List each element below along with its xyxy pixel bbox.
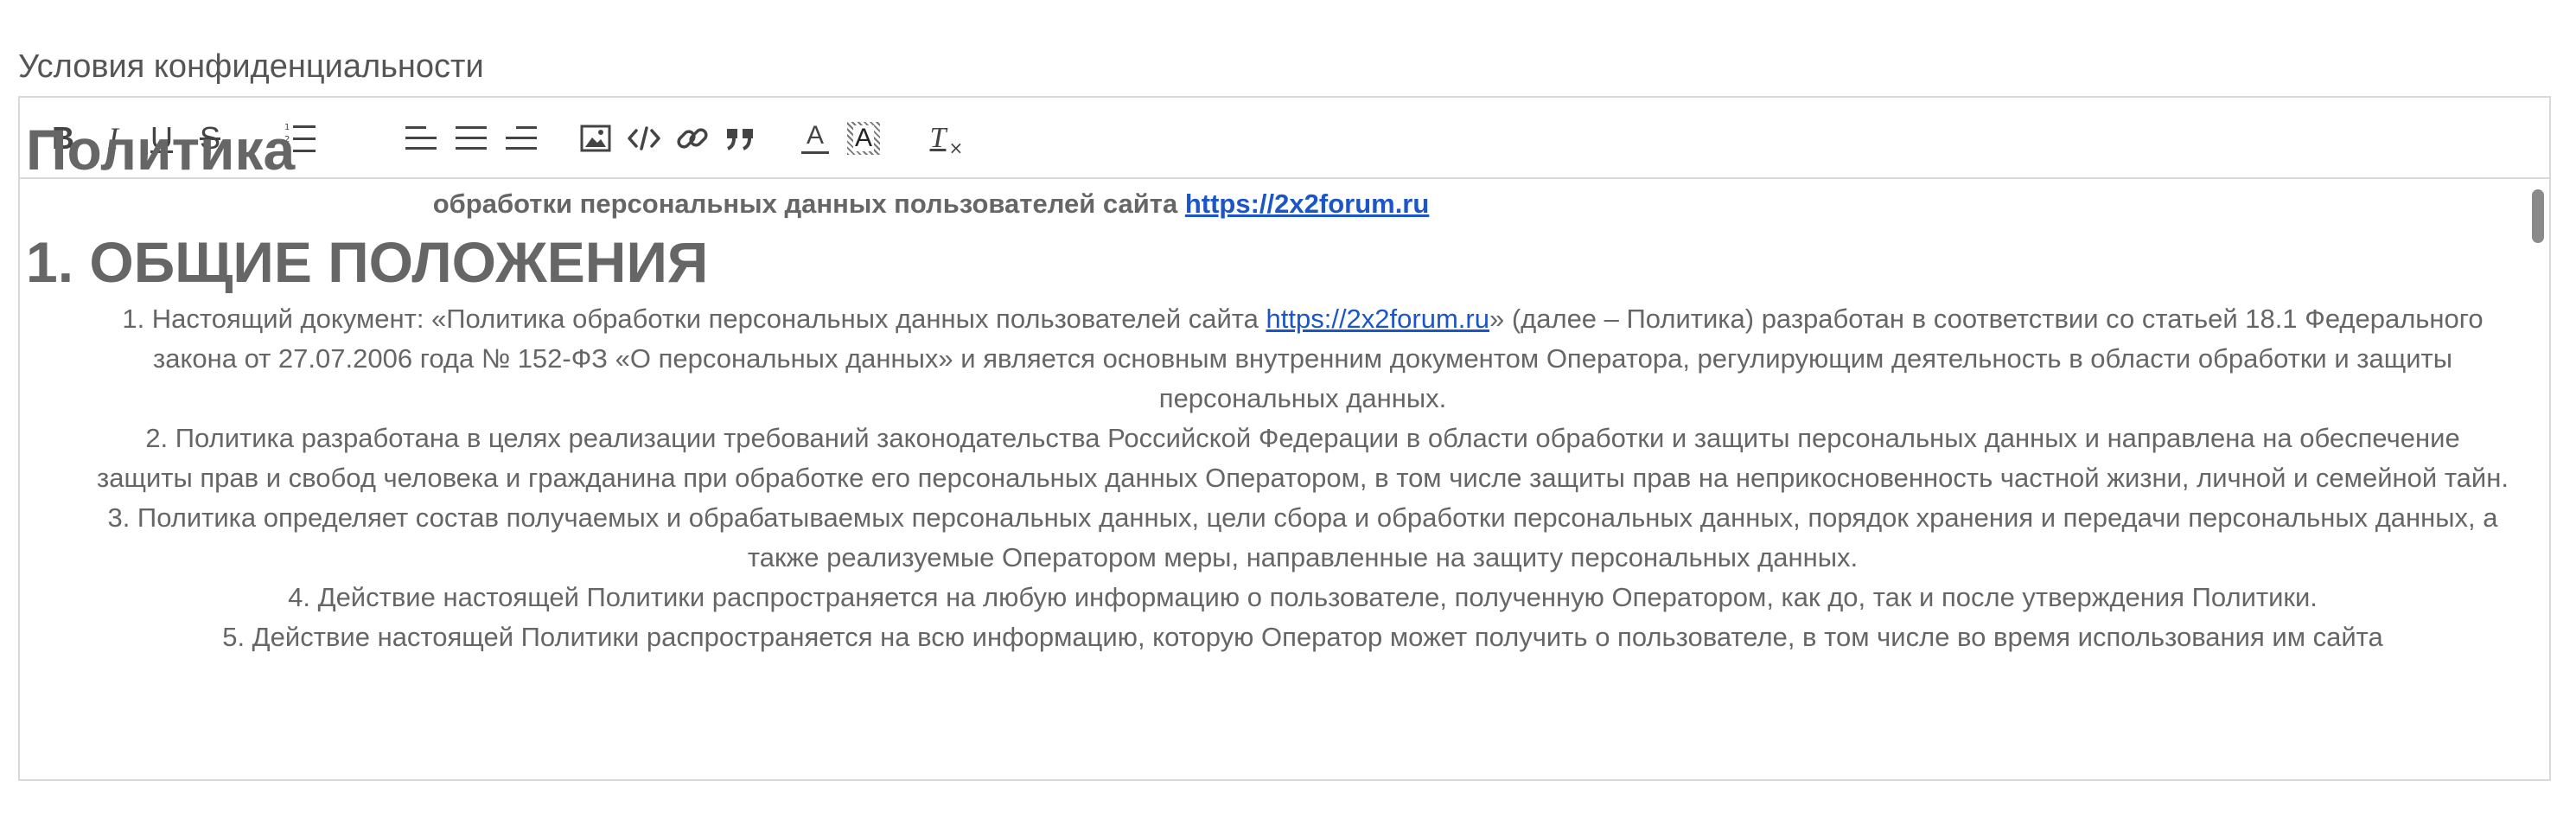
editor-scrollbar[interactable] bbox=[2518, 179, 2549, 779]
subtitle-link[interactable]: https://2x2forum.ru bbox=[1185, 189, 1429, 219]
paragraph-4: 4. Действие настоящей Политики распростр… bbox=[288, 582, 2318, 612]
scroll-thumb[interactable] bbox=[2532, 189, 2544, 243]
text-color-button[interactable]: A bbox=[796, 119, 834, 157]
editor-toolbar: B I U S 1 2 3 A A T × bbox=[20, 98, 2549, 179]
editor-bottom-border bbox=[18, 779, 2551, 781]
highlight-icon: A bbox=[847, 122, 880, 155]
image-button[interactable] bbox=[577, 119, 615, 157]
paragraph-1-text-start: 1. Настоящий документ: «Политика обработ… bbox=[122, 304, 1266, 334]
align-left-button[interactable] bbox=[402, 119, 440, 157]
paragraph-2: 2. Политика разработана в целях реализац… bbox=[97, 423, 2509, 493]
paragraph-1-link[interactable]: https://2x2forum.ru bbox=[1266, 304, 1489, 334]
paragraph-list: 1. Настоящий документ: «Политика обработ… bbox=[97, 299, 2509, 657]
image-icon bbox=[580, 125, 611, 152]
align-center-icon bbox=[456, 126, 487, 150]
paragraph-1: 1. Настоящий документ: «Политика обработ… bbox=[97, 299, 2509, 419]
quote-icon bbox=[727, 129, 753, 150]
background-color-button[interactable]: A bbox=[845, 119, 883, 157]
paragraph-5: 5. Действие настоящей Политики распростр… bbox=[222, 622, 2383, 652]
code-icon bbox=[628, 126, 660, 150]
subtitle-text: обработки персональных данных пользовате… bbox=[432, 189, 1185, 219]
link-button[interactable] bbox=[673, 119, 711, 157]
clear-format-icon: T × bbox=[929, 122, 964, 158]
quote-button[interactable] bbox=[722, 119, 760, 157]
align-left-icon bbox=[405, 126, 437, 150]
section-heading: 1. ОБЩИЕ ПОЛОЖЕНИЯ bbox=[26, 230, 709, 294]
document-title: Политика bbox=[26, 118, 296, 182]
code-button[interactable] bbox=[625, 119, 663, 157]
align-right-icon bbox=[506, 126, 537, 150]
text-color-icon: A bbox=[801, 123, 829, 154]
link-icon bbox=[677, 128, 708, 149]
document-subtitle: обработки персональных данных пользовате… bbox=[0, 187, 1862, 221]
clear-format-button[interactable]: T × bbox=[919, 119, 964, 158]
field-label: Условия конфиденциальности bbox=[18, 48, 484, 85]
viewport-mask bbox=[0, 781, 2576, 825]
align-center-button[interactable] bbox=[452, 119, 490, 157]
paragraph-3: 3. Политика определяет состав получаемых… bbox=[107, 502, 2498, 572]
align-right-button[interactable] bbox=[502, 119, 540, 157]
